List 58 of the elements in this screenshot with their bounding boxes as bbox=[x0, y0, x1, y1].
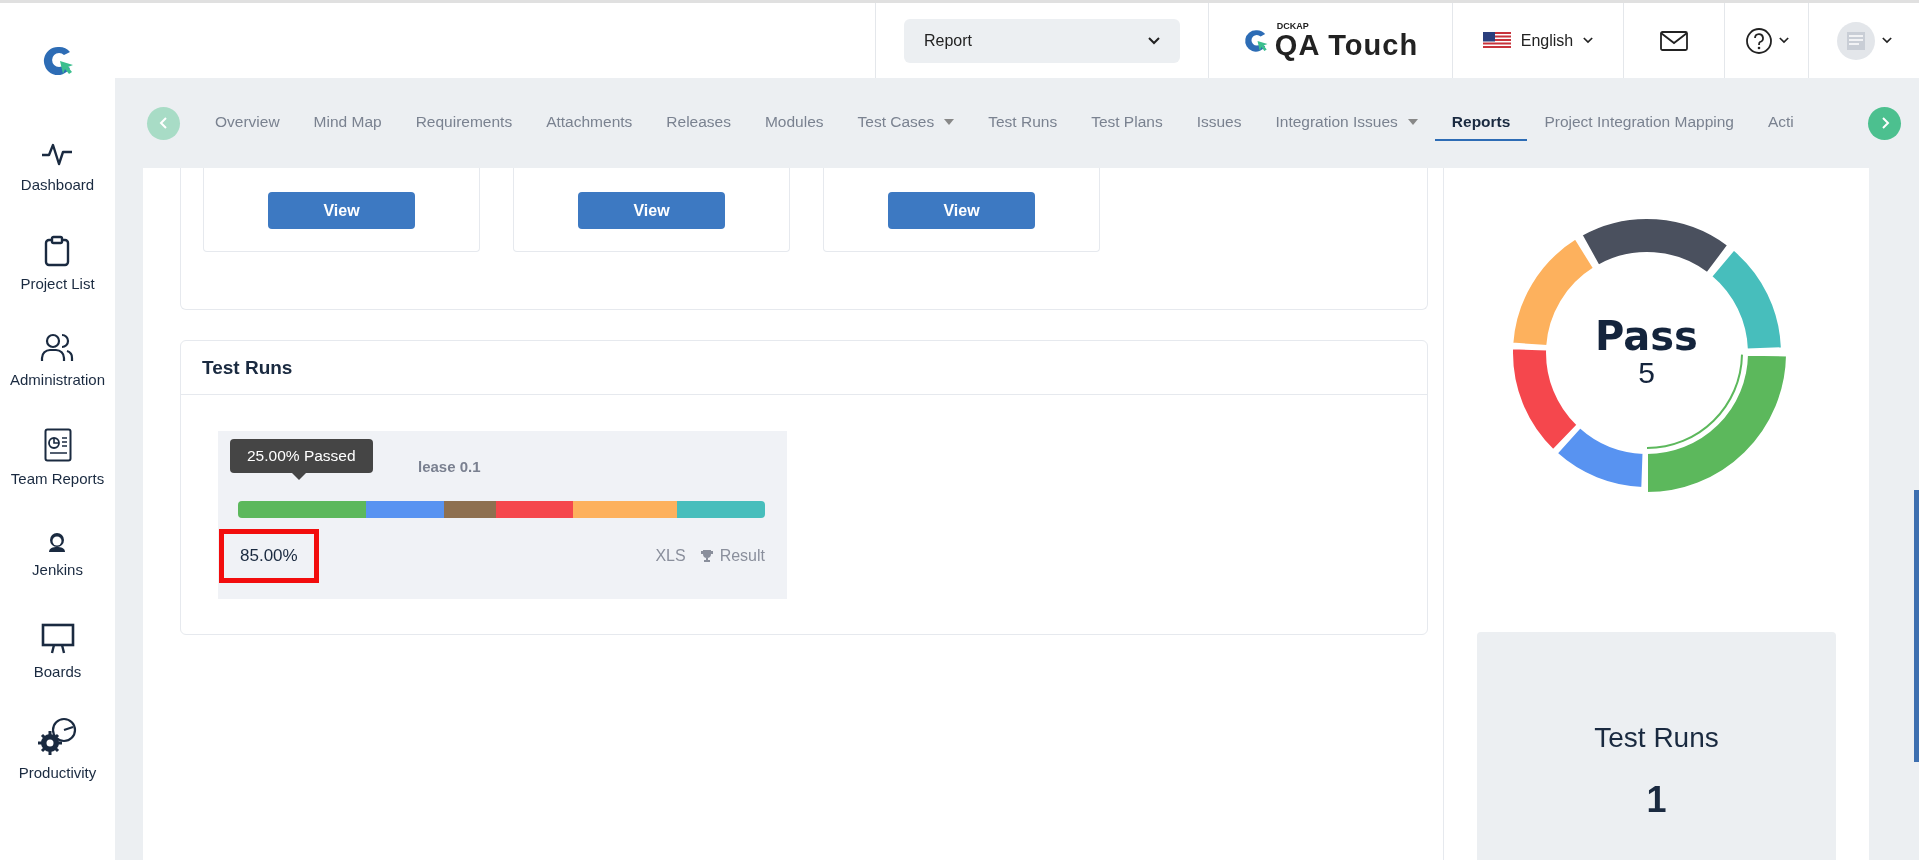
chevron-down-icon bbox=[1778, 37, 1789, 44]
tooltip: 25.00% Passed bbox=[230, 439, 373, 473]
nav-tab[interactable]: Test Runs bbox=[971, 105, 1075, 141]
view-button[interactable]: View bbox=[888, 192, 1035, 229]
trophy-icon bbox=[699, 549, 714, 563]
nav-tab[interactable]: Test Cases bbox=[840, 105, 972, 141]
brand-name: QA Touch bbox=[1274, 30, 1419, 60]
donut-segment[interactable] bbox=[1580, 217, 1729, 275]
view-button[interactable]: View bbox=[578, 192, 725, 229]
pass-percentage: 85.00% bbox=[219, 529, 319, 583]
nav-tab[interactable]: Releases bbox=[649, 105, 748, 141]
tooltip-arrow-icon bbox=[292, 473, 306, 480]
chart-center-value: 5 bbox=[1638, 356, 1655, 390]
users-icon bbox=[40, 333, 75, 363]
us-flag-icon bbox=[1482, 31, 1511, 50]
sidebar-item[interactable]: Administration bbox=[9, 312, 105, 409]
nav-tab[interactable]: Modules bbox=[747, 105, 841, 141]
sidebar-item[interactable]: Project List bbox=[20, 215, 95, 312]
stat-label: Test Runs bbox=[1594, 722, 1719, 754]
test-run-name[interactable]: lease 0.1 bbox=[418, 457, 481, 475]
sidebar-item[interactable]: Productivity bbox=[18, 700, 97, 797]
help-icon[interactable] bbox=[1744, 26, 1773, 55]
chevron-down-icon bbox=[1583, 37, 1594, 44]
result-link[interactable]: Result bbox=[699, 547, 765, 565]
chevron-down-icon bbox=[1882, 37, 1892, 44]
sidebar-item[interactable]: Boards bbox=[33, 603, 82, 700]
nav-tab[interactable]: Reports bbox=[1434, 105, 1528, 141]
nav-tab[interactable]: Issues bbox=[1179, 105, 1259, 141]
nav-tab[interactable]: Mind Map bbox=[296, 105, 399, 141]
view-button[interactable]: View bbox=[268, 192, 415, 229]
xls-link[interactable]: XLS bbox=[655, 547, 686, 565]
nav-tab[interactable]: Integration Issues bbox=[1258, 105, 1435, 141]
chart-center-label: Pass bbox=[1595, 316, 1698, 356]
chevron-right-icon bbox=[1879, 117, 1890, 129]
mail-icon[interactable] bbox=[1660, 30, 1688, 51]
nav-tab[interactable]: Attachments bbox=[529, 105, 650, 141]
donut-segment[interactable] bbox=[1510, 347, 1578, 452]
sidebar-item[interactable]: Jenkins bbox=[32, 506, 83, 603]
nav-tab[interactable]: Project Integration Mapping bbox=[1527, 105, 1751, 141]
sidebar-item[interactable]: Team Reports bbox=[10, 409, 105, 506]
presentation-board-icon bbox=[40, 623, 75, 655]
card-title: Test Runs bbox=[202, 356, 293, 379]
project-select[interactable]: Report bbox=[904, 18, 1180, 63]
nav-tab[interactable]: Test Plans bbox=[1074, 105, 1180, 141]
clipboard-icon bbox=[43, 235, 72, 267]
donut-segment[interactable] bbox=[1709, 248, 1783, 351]
scrollbar[interactable] bbox=[1914, 490, 1919, 762]
sidebar-item[interactable]: Dashboard bbox=[20, 118, 95, 215]
scroll-right-button[interactable] bbox=[1868, 106, 1901, 140]
nav-tab[interactable]: Acti bbox=[1750, 105, 1811, 141]
nav-tab[interactable]: Requirements bbox=[398, 105, 530, 141]
brand-tagline: DCKAP bbox=[1275, 21, 1310, 31]
chevron-down-icon bbox=[1148, 36, 1160, 45]
donut-segment[interactable] bbox=[1555, 426, 1644, 489]
chevron-left-icon bbox=[158, 117, 169, 129]
nav-tab[interactable]: Overview bbox=[198, 105, 297, 141]
stat-value: 1 bbox=[1646, 779, 1667, 821]
report-icon bbox=[43, 428, 72, 462]
